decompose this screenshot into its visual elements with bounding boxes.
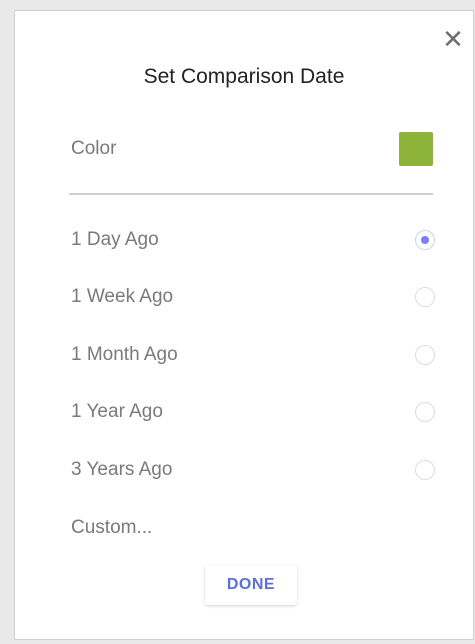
radio-button[interactable] bbox=[415, 287, 435, 308]
option-label: 1 Month Ago bbox=[71, 343, 178, 365]
close-icon[interactable]: ✕ bbox=[439, 25, 467, 53]
option-label: 3 Years Ago bbox=[71, 458, 173, 480]
comparison-date-dialog: ✕ Set Comparison Date Color 1 Day Ago 1 … bbox=[14, 10, 474, 640]
radio-button[interactable] bbox=[415, 229, 435, 250]
option-1-year-ago[interactable]: 1 Year Ago bbox=[71, 384, 435, 442]
radio-button[interactable] bbox=[415, 459, 435, 480]
custom-date-link[interactable]: Custom... bbox=[71, 511, 152, 545]
option-label: 1 Day Ago bbox=[71, 228, 159, 250]
radio-button[interactable] bbox=[415, 344, 435, 365]
radio-selected-dot bbox=[421, 235, 429, 244]
option-label: 1 Year Ago bbox=[71, 401, 163, 423]
dialog-title: Set Comparison Date bbox=[143, 65, 345, 88]
option-1-month-ago[interactable]: 1 Month Ago bbox=[71, 326, 435, 384]
color-swatch[interactable] bbox=[399, 132, 433, 166]
date-options-list: 1 Day Ago 1 Week Ago 1 Month Ago 1 Year … bbox=[71, 211, 435, 499]
color-label: Color bbox=[71, 138, 117, 159]
option-1-day-ago[interactable]: 1 Day Ago bbox=[71, 211, 435, 269]
option-3-years-ago[interactable]: 3 Years Ago bbox=[71, 441, 435, 499]
custom-label: Custom... bbox=[71, 517, 153, 538]
divider bbox=[69, 193, 433, 195]
done-button[interactable]: DONE bbox=[205, 565, 297, 605]
option-label: 1 Week Ago bbox=[71, 286, 174, 308]
option-1-week-ago[interactable]: 1 Week Ago bbox=[71, 269, 435, 327]
radio-button[interactable] bbox=[415, 402, 435, 423]
color-row: Color bbox=[71, 127, 433, 171]
